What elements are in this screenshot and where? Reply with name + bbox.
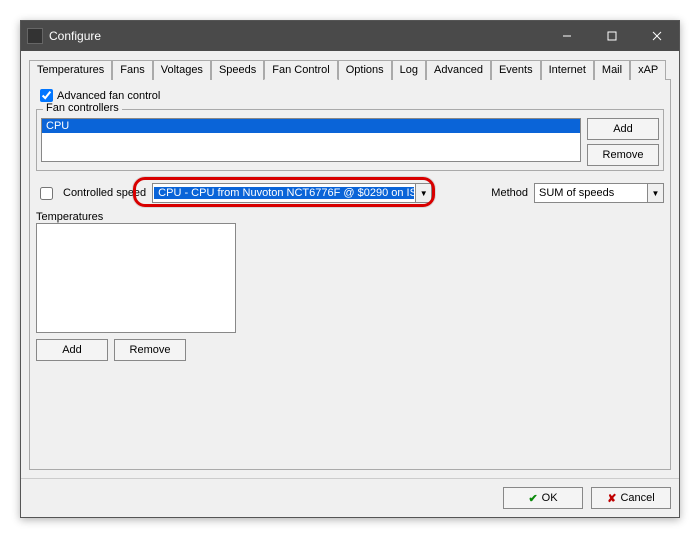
controlled-speed-value: CPU - CPU from Nuvoton NCT6776F @ $0290 … [154, 187, 414, 199]
advanced-fan-control-label: Advanced fan control [57, 90, 160, 102]
controllers-remove-button[interactable]: Remove [587, 144, 659, 166]
fan-controllers-fieldset: Fan controllers CPU Add Remove [36, 109, 664, 171]
controlled-speed-checkbox[interactable] [40, 187, 53, 200]
controllers-add-button[interactable]: Add [587, 118, 659, 140]
titlebar: Configure [21, 21, 679, 51]
temperatures-remove-button[interactable]: Remove [114, 339, 186, 361]
tab-mail[interactable]: Mail [594, 60, 630, 80]
temperatures-label: Temperatures [36, 211, 664, 223]
titlebar-buttons [544, 21, 679, 51]
ok-button[interactable]: ✔ OK [503, 487, 583, 509]
tab-options[interactable]: Options [338, 60, 392, 80]
cancel-label: Cancel [620, 492, 654, 504]
advanced-fan-control-checkbox[interactable] [40, 89, 53, 102]
temperatures-add-button[interactable]: Add [36, 339, 108, 361]
controlled-speed-label: Controlled speed [63, 187, 146, 199]
method-value: SUM of speeds [535, 187, 647, 199]
chevron-down-icon: ▼ [415, 184, 431, 202]
dialog-footer: ✔ OK ✘ Cancel [21, 478, 679, 517]
minimize-icon [562, 31, 572, 41]
window-title: Configure [49, 29, 544, 43]
close-icon [652, 31, 662, 41]
content-area: Temperatures Fans Voltages Speeds Fan Co… [21, 51, 679, 478]
x-icon: ✘ [607, 492, 616, 505]
tab-temperatures[interactable]: Temperatures [29, 60, 112, 80]
fan-controllers-label: Fan controllers [43, 102, 122, 114]
tab-internet[interactable]: Internet [541, 60, 594, 80]
close-button[interactable] [634, 21, 679, 51]
configure-window: Configure Temperatures Fans Voltages Spe… [20, 20, 680, 518]
tab-events[interactable]: Events [491, 60, 541, 80]
tab-strip: Temperatures Fans Voltages Speeds Fan Co… [29, 59, 671, 80]
maximize-icon [607, 31, 617, 41]
fan-controllers-list[interactable]: CPU [41, 118, 581, 162]
list-item[interactable]: CPU [42, 119, 580, 133]
minimize-button[interactable] [544, 21, 589, 51]
fan-control-panel: Advanced fan control Fan controllers CPU… [29, 80, 671, 470]
controlled-speed-dropdown[interactable]: CPU - CPU from Nuvoton NCT6776F @ $0290 … [152, 183, 432, 203]
tab-voltages[interactable]: Voltages [153, 60, 211, 80]
method-label: Method [491, 187, 528, 199]
method-dropdown[interactable]: SUM of speeds ▼ [534, 183, 664, 203]
check-icon: ✔ [528, 492, 537, 505]
cancel-button[interactable]: ✘ Cancel [591, 487, 671, 509]
tab-fans[interactable]: Fans [112, 60, 152, 80]
ok-label: OK [542, 492, 558, 504]
advanced-row: Advanced fan control [36, 86, 664, 105]
tab-log[interactable]: Log [392, 60, 426, 80]
tab-advanced[interactable]: Advanced [426, 60, 491, 80]
tab-fan-control[interactable]: Fan Control [264, 60, 337, 80]
tab-xap[interactable]: xAP [630, 60, 666, 80]
tab-speeds[interactable]: Speeds [211, 60, 264, 80]
temperatures-list[interactable] [36, 223, 236, 333]
chevron-down-icon: ▼ [647, 184, 663, 202]
app-icon [27, 28, 43, 44]
maximize-button[interactable] [589, 21, 634, 51]
